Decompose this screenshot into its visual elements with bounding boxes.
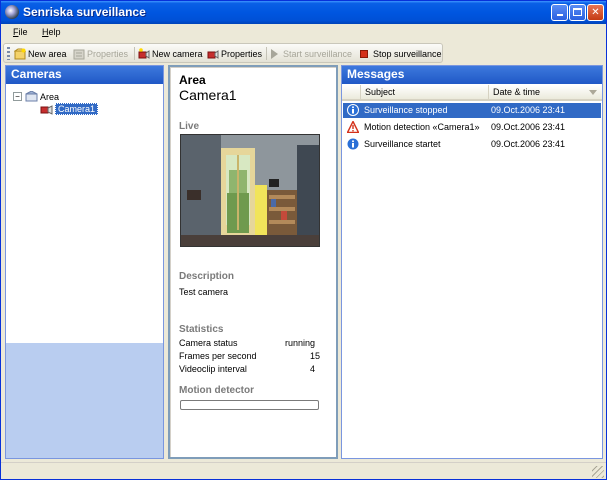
play-icon bbox=[271, 48, 278, 59]
camera-detail-panel: Area Camera1 Live Description Test camer… bbox=[168, 65, 338, 459]
statistics-label: Statistics bbox=[179, 324, 224, 335]
area-properties-button[interactable]: Properties bbox=[73, 46, 128, 61]
message-row[interactable]: Surveillance startet 09.Oct.2006 23:41 bbox=[343, 137, 601, 152]
menu-help[interactable]: Help bbox=[42, 27, 61, 37]
cameras-panel: Cameras − Area Camera1 bbox=[5, 65, 164, 459]
stat-videoclip-interval-label: Videoclip interval bbox=[179, 364, 247, 374]
info-icon bbox=[347, 138, 359, 150]
status-bar bbox=[1, 462, 606, 479]
menu-file-label: ile bbox=[18, 27, 28, 37]
messages-panel: Messages Subject Date & time Surveillanc… bbox=[341, 65, 603, 459]
stat-fps-label: Frames per second bbox=[179, 351, 257, 361]
close-icon: ✕ bbox=[591, 7, 600, 18]
message-subject: Motion detection «Camera1» bbox=[364, 122, 480, 132]
new-area-button[interactable]: New area bbox=[14, 46, 67, 61]
message-datetime: 09.Oct.2006 23:41 bbox=[491, 105, 566, 115]
motion-detector-label: Motion detector bbox=[179, 385, 254, 396]
camera-properties-icon bbox=[207, 49, 219, 59]
live-camera-image bbox=[181, 135, 319, 246]
new-camera-label: New camera bbox=[152, 48, 203, 59]
menu-file[interactable]: File bbox=[13, 27, 28, 37]
warning-icon bbox=[347, 121, 359, 133]
minimize-button[interactable] bbox=[551, 4, 568, 21]
menu-bar: File Help bbox=[1, 24, 606, 42]
toolbar-separator bbox=[134, 47, 135, 60]
toolbar-grip[interactable] bbox=[7, 47, 10, 60]
column-subject-label: Subject bbox=[365, 87, 396, 97]
message-row[interactable]: Motion detection «Camera1» 09.Oct.2006 2… bbox=[343, 120, 601, 135]
column-datetime-label: Date & time bbox=[493, 87, 541, 97]
stat-camera-status-label: Camera status bbox=[179, 338, 238, 348]
camera-node-icon bbox=[40, 104, 53, 115]
sort-descending-icon bbox=[589, 90, 597, 95]
column-header-subject[interactable]: Subject bbox=[360, 85, 488, 101]
info-icon bbox=[347, 104, 359, 116]
stop-icon bbox=[360, 49, 368, 58]
start-surveillance-button[interactable]: Start surveillance bbox=[271, 46, 352, 61]
stat-camera-status-value: running bbox=[284, 338, 315, 348]
message-subject: Surveillance startet bbox=[364, 139, 441, 149]
collapse-icon[interactable]: − bbox=[13, 92, 22, 101]
area-properties-icon bbox=[73, 49, 85, 59]
message-datetime: 09.Oct.2006 23:41 bbox=[491, 122, 566, 132]
toolbar-separator bbox=[266, 47, 267, 60]
stat-fps-value: 15 bbox=[309, 351, 320, 361]
cameras-panel-title: Cameras bbox=[6, 66, 163, 84]
menu-help-label: elp bbox=[48, 27, 61, 37]
camera-properties-label: Properties bbox=[221, 48, 263, 59]
column-header-datetime[interactable]: Date & time bbox=[488, 85, 602, 101]
minimize-icon bbox=[556, 14, 563, 16]
tree-node-area[interactable]: − Area bbox=[13, 91, 59, 102]
tree-node-camera[interactable]: Camera1 bbox=[40, 103, 99, 115]
cameras-panel-footer bbox=[6, 343, 163, 458]
description-text: Test camera bbox=[179, 287, 229, 297]
new-area-label: New area bbox=[28, 48, 67, 59]
stop-surveillance-label: Stop surveillance bbox=[373, 48, 442, 59]
area-node-icon bbox=[25, 91, 38, 102]
resize-grip[interactable] bbox=[592, 466, 604, 478]
maximize-button[interactable] bbox=[569, 4, 586, 21]
area-properties-label: Properties bbox=[87, 48, 129, 59]
motion-detector-meter bbox=[180, 400, 319, 410]
new-camera-button[interactable]: New camera bbox=[138, 46, 203, 61]
stat-videoclip-interval-value: 4 bbox=[309, 364, 315, 374]
maximize-icon bbox=[573, 8, 582, 16]
message-row[interactable]: Surveillance stopped 09.Oct.2006 23:41 bbox=[343, 103, 601, 118]
app-icon bbox=[5, 5, 19, 19]
title-bar[interactable]: Senriska surveillance ✕ bbox=[1, 1, 606, 24]
camera-tree[interactable]: − Area Camera1 bbox=[6, 85, 163, 343]
detail-area-title: Area bbox=[179, 73, 206, 87]
toolbar: New area Properties New camera Propertie… bbox=[3, 43, 443, 63]
close-button[interactable]: ✕ bbox=[587, 4, 604, 21]
window-title: Senriska surveillance bbox=[23, 5, 146, 19]
stop-surveillance-button[interactable]: Stop surveillance bbox=[360, 46, 442, 61]
messages-panel-title: Messages bbox=[342, 66, 602, 84]
tree-area-label: Area bbox=[40, 91, 60, 102]
app-window: Senriska surveillance ✕ File Help New ar… bbox=[0, 0, 607, 480]
detail-camera-title: Camera1 bbox=[179, 87, 237, 103]
new-camera-icon bbox=[138, 47, 150, 59]
description-label: Description bbox=[179, 271, 235, 282]
tree-camera-label: Camera1 bbox=[55, 103, 99, 115]
message-datetime: 09.Oct.2006 23:41 bbox=[491, 139, 566, 149]
camera-properties-button[interactable]: Properties bbox=[207, 46, 262, 61]
live-label: Live bbox=[179, 121, 200, 132]
live-video-feed bbox=[180, 134, 320, 247]
message-subject: Surveillance stopped bbox=[364, 105, 448, 115]
start-surveillance-label: Start surveillance bbox=[283, 48, 353, 59]
column-header-icon[interactable] bbox=[342, 85, 360, 101]
new-area-icon bbox=[14, 48, 26, 59]
